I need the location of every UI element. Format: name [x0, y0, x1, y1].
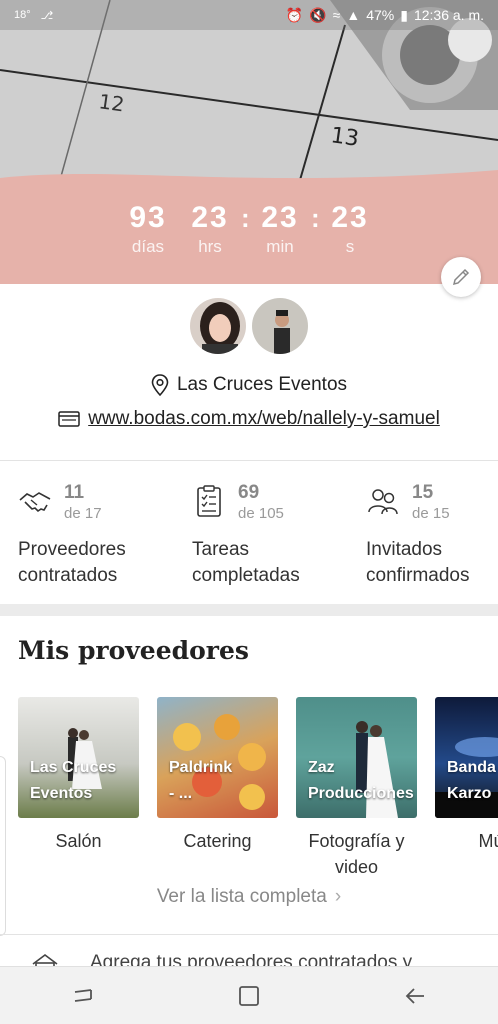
signal-icon: ▲ — [346, 7, 361, 23]
countdown-hours-label: hrs — [198, 237, 222, 256]
vendor-image: Zaz Producciones — [296, 697, 417, 818]
vendor-image: Las Cruces Eventos — [18, 697, 139, 818]
stat-tasks-label-line1: Tareas — [192, 539, 250, 560]
vendor-category: Mús — [478, 831, 498, 851]
stat-guests-count: 15 — [412, 482, 434, 503]
vendor-carousel[interactable]: Las Cruces Eventos Salón Paldrink - ... … — [18, 697, 498, 880]
countdown-separator: : — [241, 203, 250, 233]
countdown-minutes: 23 min — [249, 200, 311, 258]
checklist-icon — [197, 485, 221, 517]
website-link[interactable]: www.bodas.com.mx/web/nallely-y-samuel — [88, 408, 440, 430]
see-all-label: Ver la lista completa — [156, 886, 327, 907]
home-button[interactable] — [219, 974, 279, 1018]
status-left: 18° ⎇ — [14, 9, 53, 22]
countdown-days-label: días — [131, 237, 165, 256]
location-pin-icon — [151, 374, 169, 396]
stat-vendors-label-line2: contratados — [18, 565, 118, 586]
battery-icon: ▮ — [400, 6, 408, 23]
countdown-days-value: 93 — [129, 201, 167, 234]
stat-vendors-total: de 17 — [64, 505, 102, 522]
stat-guests[interactable]: 15 de 15 Invitados confirmados — [348, 470, 498, 604]
stat-tasks-label-line2: completadas — [192, 565, 300, 586]
countdown-minutes-label: min — [266, 237, 294, 256]
status-right: ⏰ 🔇 ≈ ▲ 47% ▮ 12:36 a. m. — [286, 7, 484, 24]
vendor-image: Banda Karzo — [435, 697, 498, 818]
handshake-icon — [19, 492, 51, 513]
vendor-card[interactable]: Banda Karzo Mús — [435, 697, 498, 880]
recents-button[interactable] — [53, 974, 113, 1018]
stat-guests-label-line1: Invitados — [366, 539, 443, 560]
system-nav-bar — [0, 966, 498, 1024]
vendors-title: Mis proveedores — [18, 636, 249, 665]
alarm-icon: ⏰ — [285, 6, 304, 23]
stat-vendors-count: 11 — [64, 482, 85, 503]
website-row[interactable]: www.bodas.com.mx/web/nallely-y-samuel — [0, 408, 498, 430]
countdown-hours: 23 hrs — [179, 200, 241, 258]
stat-guests-label-line2: confirmados — [366, 565, 470, 586]
back-button[interactable] — [385, 974, 445, 1018]
stat-vendors[interactable]: 11 de 17 Proveedores contratados — [0, 470, 174, 604]
stat-vendors-label-line1: Proveedores — [18, 539, 126, 560]
vendor-category: Fotografía y video — [308, 831, 405, 877]
hero-banner: 12 13 93 días 23 hrs : 23 min : 23 s — [0, 0, 498, 284]
countdown-days: 93 días — [117, 200, 179, 258]
side-drawer-handle[interactable] — [0, 756, 6, 936]
edit-button[interactable] — [441, 257, 481, 297]
usb-icon: ⎇ — [40, 9, 54, 22]
location-row: Las Cruces Eventos — [0, 374, 498, 396]
clock: 12:36 a. m. — [413, 7, 484, 23]
stat-guests-total: de 15 — [412, 505, 450, 522]
vendor-card[interactable]: Las Cruces Eventos Salón — [18, 697, 139, 880]
vendor-card[interactable]: Paldrink - ... Catering — [157, 697, 278, 880]
vendors-section: Mis proveedores Las Cruces Eventos Salón — [0, 616, 498, 966]
mute-icon: 🔇 — [309, 6, 327, 23]
back-arrow-icon — [405, 987, 424, 1004]
vendor-name: Zaz Producciones — [308, 759, 414, 802]
section-divider — [0, 460, 498, 461]
countdown-seconds-value: 23 — [331, 201, 369, 234]
countdown: 93 días 23 hrs : 23 min : 23 s — [0, 200, 498, 258]
couple-avatars — [0, 296, 498, 356]
section-separator — [0, 604, 498, 616]
section-divider — [0, 934, 498, 935]
vendor-category: Salón — [55, 831, 102, 851]
stat-tasks-count: 69 — [238, 482, 260, 503]
countdown-minutes-value: 23 — [261, 201, 299, 234]
chevron-right-icon: › — [334, 886, 342, 907]
browser-icon — [58, 411, 80, 427]
countdown-hours-value: 23 — [191, 201, 229, 234]
avatar-bride[interactable] — [188, 296, 248, 356]
stat-tasks[interactable]: 69 de 105 Tareas completadas — [174, 470, 348, 604]
guests-icon — [368, 489, 398, 515]
wifi-icon: ≈ — [332, 7, 341, 23]
vendor-category: Catering — [183, 831, 252, 851]
home-icon — [239, 985, 259, 1006]
status-bar: 18° ⎇ ⏰ 🔇 ≈ ▲ 47% ▮ 12:36 a. m. — [0, 0, 498, 30]
countdown-seconds: 23 s — [319, 200, 381, 258]
countdown-separator: : — [311, 203, 320, 233]
stat-tasks-total: de 105 — [238, 505, 284, 522]
temperature-icon: 18° — [14, 9, 31, 21]
vendor-name: Las Cruces Eventos — [30, 759, 117, 802]
vendor-name: Banda Karzo — [447, 759, 496, 802]
location-text: Las Cruces Eventos — [176, 374, 348, 395]
battery-percent: 47% — [366, 7, 395, 23]
countdown-seconds-label: s — [345, 237, 355, 256]
see-all-link[interactable]: Ver la lista completa › — [0, 886, 498, 908]
vendor-card[interactable]: Zaz Producciones Fotografía y video — [296, 697, 417, 880]
vendor-name: Paldrink - ... — [169, 759, 233, 802]
recents-icon — [74, 988, 92, 1002]
vendor-image: Paldrink - ... — [157, 697, 278, 818]
avatar-groom[interactable] — [250, 296, 310, 356]
pencil-icon — [452, 268, 470, 286]
couple-profile: Las Cruces Eventos www.bodas.com.mx/web/… — [0, 284, 498, 460]
stats-row: 11 de 17 Proveedores contratados 69 de 1… — [0, 470, 498, 604]
